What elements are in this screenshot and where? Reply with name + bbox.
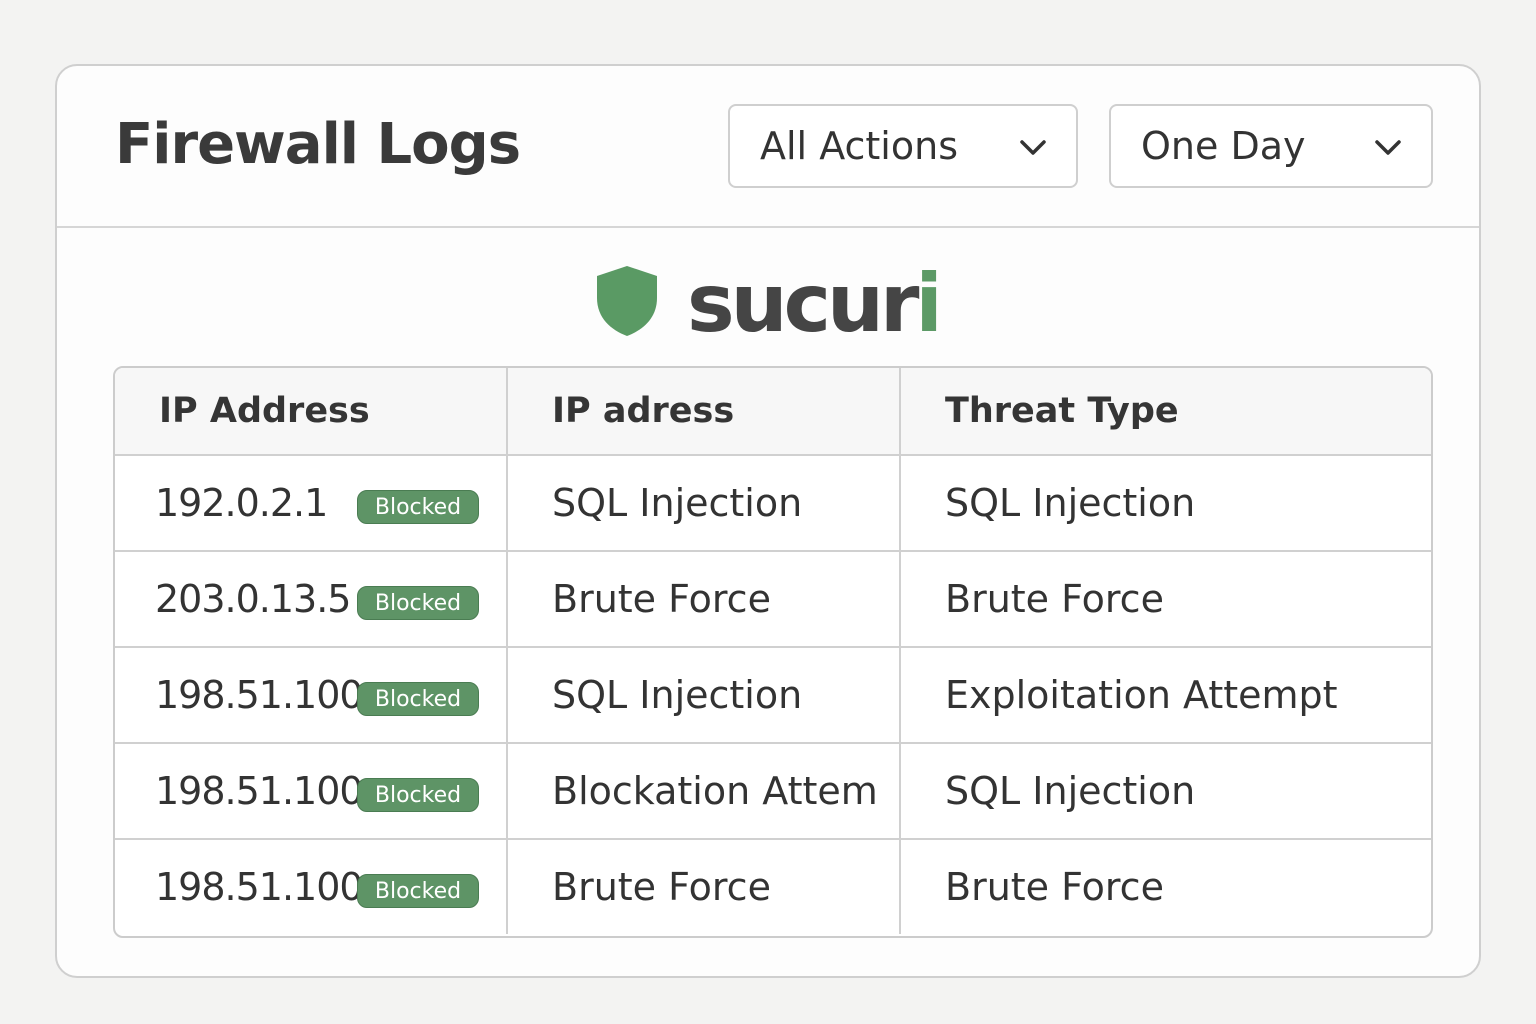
ip-cell: 192.0.2.1 Blocked <box>115 455 508 552</box>
table-row[interactable]: 192.0.2.1 Blocked SQL Injection SQL Inje… <box>115 455 1431 552</box>
chevron-down-icon <box>1375 140 1401 155</box>
status-badge: Blocked <box>357 682 479 716</box>
status-badge: Blocked <box>357 586 479 620</box>
table-row[interactable]: 198.51.100 Blocked Brute Force Brute For… <box>115 839 1431 934</box>
ip-address: 192.0.2.1 <box>155 481 328 525</box>
ip-address: 203.0.13.5 <box>155 577 351 621</box>
ip-address: 198.51.100 <box>155 673 364 717</box>
ip-adress-cell: SQL Injection <box>507 455 901 552</box>
logo-wordmark-main: sucur <box>687 257 919 350</box>
ip-cell: 203.0.13.5 Blocked <box>115 551 508 648</box>
ip-address: 198.51.100 <box>155 769 364 813</box>
sucuri-logo: sucuri <box>592 264 952 344</box>
ip-adress-cell: Brute Force <box>507 839 901 934</box>
chevron-down-icon <box>1020 140 1046 155</box>
threat-type-cell: Brute Force <box>945 865 1164 909</box>
actions-filter-value: All Actions <box>760 124 958 168</box>
table-row[interactable]: 203.0.13.5 Blocked Brute Force Brute For… <box>115 551 1431 648</box>
logo-wordmark: sucuri <box>687 264 943 344</box>
threat-type-cell: Brute Force <box>900 551 1431 648</box>
shield-icon <box>597 266 657 336</box>
status-badge: Blocked <box>357 778 479 812</box>
ip-cell: 198.51.100 Blocked <box>115 647 508 744</box>
table-header-row: IP Address IP adress Threat Type <box>115 368 1431 456</box>
page-title: Firewall Logs <box>115 112 521 177</box>
status-badge: Blocked <box>357 874 479 908</box>
time-range-value: One Day <box>1141 124 1306 168</box>
status-badge: Blocked <box>357 490 479 524</box>
panel-header: Firewall Logs All Actions One Day <box>57 66 1479 228</box>
actions-filter-dropdown[interactable]: All Actions <box>728 104 1078 188</box>
time-range-dropdown[interactable]: One Day <box>1109 104 1433 188</box>
ip-cell: 198.51.100 Blocked <box>115 839 508 934</box>
logo-wordmark-accent: i <box>915 257 942 350</box>
ip-adress-cell: Brute Force <box>507 551 901 648</box>
firewall-log-table: IP Address IP adress Threat Type 192.0.2… <box>113 366 1433 938</box>
column-header-threat-type[interactable]: Threat Type <box>900 368 1431 456</box>
threat-type-cell: Exploitation Attempt <box>900 647 1431 744</box>
column-header-ip-adress[interactable]: IP adress <box>507 368 901 456</box>
ip-adress-cell: SQL Injection <box>507 647 901 744</box>
firewall-logs-panel: Firewall Logs All Actions One Day sucuri… <box>55 64 1481 978</box>
threat-type-cell: SQL Injection <box>900 455 1431 552</box>
ip-adress-cell: Blockation Attem <box>507 743 901 840</box>
table-row[interactable]: 198.51.100 Blocked SQL Injection Exploit… <box>115 647 1431 744</box>
threat-type-cell: SQL Injection <box>900 743 1431 840</box>
ip-cell: 198.51.100 Blocked <box>115 743 508 840</box>
ip-address: 198.51.100 <box>155 865 364 909</box>
column-header-ip-address[interactable]: IP Address <box>115 368 508 456</box>
table-row[interactable]: 198.51.100 Blocked Blockation Attem SQL … <box>115 743 1431 840</box>
